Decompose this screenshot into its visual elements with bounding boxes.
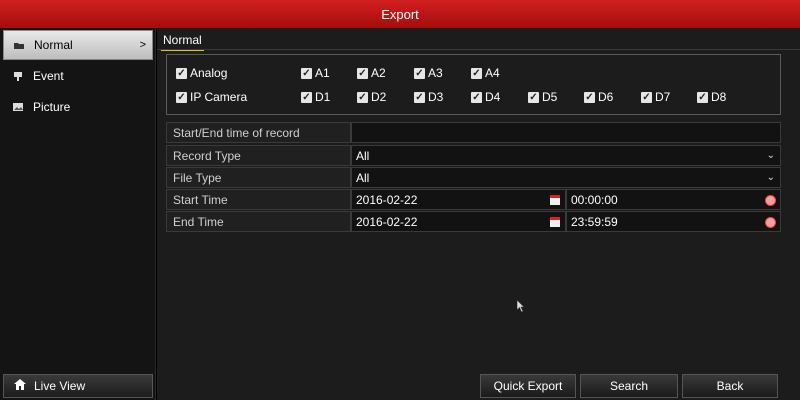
start-end-label: Start/End time of record <box>166 122 351 143</box>
start-date-value: 2016-02-22 <box>356 192 418 207</box>
end-time-row: End Time 2016-02-22 23:59:59 <box>166 211 781 232</box>
analog-label: Analog <box>190 66 228 80</box>
normal-icon <box>12 38 26 52</box>
checkbox-checked-icon: ✓ <box>414 67 425 79</box>
clock-icon[interactable] <box>765 217 776 228</box>
channel-d8-checkbox[interactable]: ✓ D8 <box>697 90 726 104</box>
clock-icon[interactable] <box>765 195 776 206</box>
sidebar-item-picture[interactable]: Picture <box>3 92 153 122</box>
file-type-select[interactable]: All ⌄ <box>351 167 781 188</box>
checkbox-checked-icon: ✓ <box>584 91 595 103</box>
checkbox-checked-icon: ✓ <box>528 91 539 103</box>
channel-a1-checkbox[interactable]: ✓ A1 <box>301 66 330 80</box>
channel-a3-checkbox[interactable]: ✓ A3 <box>414 66 443 80</box>
channel-label: D3 <box>428 90 444 104</box>
file-type-value: All <box>356 170 370 185</box>
tab-divider <box>157 49 800 50</box>
sidebar-item-label: Normal <box>34 38 73 52</box>
quick-export-button[interactable]: Quick Export <box>480 374 576 398</box>
sidebar-item-label: Picture <box>33 100 71 114</box>
ip-camera-checkbox[interactable]: ✓ IP Camera <box>176 90 247 104</box>
ip-camera-label: IP Camera <box>190 90 248 104</box>
channel-d1-checkbox[interactable]: ✓ D1 <box>301 90 330 104</box>
end-time-label: End Time <box>166 211 351 232</box>
analog-checkbox[interactable]: ✓ Analog <box>176 66 227 80</box>
chevron-down-icon: ⌄ <box>766 172 775 183</box>
record-type-select[interactable]: All ⌄ <box>351 145 781 166</box>
channel-d2-checkbox[interactable]: ✓ D2 <box>357 90 386 104</box>
start-end-row: Start/End time of record <box>166 122 781 143</box>
checkbox-checked-icon: ✓ <box>176 91 187 103</box>
record-type-row: Record Type All ⌄ <box>166 145 781 166</box>
main-panel: Normal ✓ Analog ✓ A1 ✓ A2 ✓ A3 ✓ A4 ✓ IP… <box>157 28 800 400</box>
sidebar-item-event[interactable]: Event <box>3 61 153 91</box>
start-time-label: Start Time <box>166 189 351 210</box>
channel-label: D1 <box>315 90 331 104</box>
checkbox-checked-icon: ✓ <box>301 67 312 79</box>
checkbox-checked-icon: ✓ <box>641 91 652 103</box>
checkbox-checked-icon: ✓ <box>357 91 368 103</box>
checkbox-checked-icon: ✓ <box>301 91 312 103</box>
channel-label: A2 <box>371 66 386 80</box>
checkbox-checked-icon: ✓ <box>697 91 708 103</box>
start-time-value: 00:00:00 <box>571 192 618 207</box>
channel-label: D6 <box>598 90 614 104</box>
calendar-icon[interactable] <box>550 217 560 227</box>
channel-label: D7 <box>655 90 671 104</box>
event-icon <box>11 69 25 83</box>
channel-d6-checkbox[interactable]: ✓ D6 <box>584 90 613 104</box>
channel-label: D5 <box>542 90 558 104</box>
end-date-value: 2016-02-22 <box>356 214 418 229</box>
channel-label: A1 <box>315 66 330 80</box>
checkbox-checked-icon: ✓ <box>471 67 482 79</box>
end-time-value: 23:59:59 <box>571 214 618 229</box>
channel-selection-box: ✓ Analog ✓ A1 ✓ A2 ✓ A3 ✓ A4 ✓ IP Camera… <box>166 54 781 115</box>
channel-label: D4 <box>485 90 501 104</box>
channel-d3-checkbox[interactable]: ✓ D3 <box>414 90 443 104</box>
end-time-field[interactable]: 23:59:59 <box>566 211 781 232</box>
record-type-value: All <box>356 148 370 163</box>
channel-d7-checkbox[interactable]: ✓ D7 <box>641 90 670 104</box>
channel-d5-checkbox[interactable]: ✓ D5 <box>528 90 557 104</box>
mouse-pointer-icon <box>516 299 525 315</box>
picture-icon <box>11 100 25 114</box>
sidebar-item-normal[interactable]: Normal > <box>3 30 153 60</box>
checkbox-checked-icon: ✓ <box>471 91 482 103</box>
window-titlebar: Export <box>0 0 800 28</box>
live-view-label: Live View <box>34 379 86 393</box>
channel-a2-checkbox[interactable]: ✓ A2 <box>357 66 386 80</box>
start-date-field[interactable]: 2016-02-22 <box>351 189 566 210</box>
live-view-button[interactable]: Live View <box>3 374 153 398</box>
sidebar: Normal > Event Picture Live View <box>0 28 156 400</box>
channel-d4-checkbox[interactable]: ✓ D4 <box>471 90 500 104</box>
chevron-right-icon: > <box>139 39 146 51</box>
start-time-row: Start Time 2016-02-22 00:00:00 <box>166 189 781 210</box>
home-icon <box>14 379 26 393</box>
calendar-icon[interactable] <box>550 195 560 205</box>
start-end-value <box>351 122 781 143</box>
channel-label: D8 <box>711 90 727 104</box>
search-button[interactable]: Search <box>580 374 678 398</box>
back-button[interactable]: Back <box>682 374 778 398</box>
channel-label: D2 <box>371 90 387 104</box>
checkbox-checked-icon: ✓ <box>414 91 425 103</box>
record-type-label: Record Type <box>166 145 351 166</box>
file-type-label: File Type <box>166 167 351 188</box>
file-type-row: File Type All ⌄ <box>166 167 781 188</box>
checkbox-checked-icon: ✓ <box>176 67 187 79</box>
end-date-field[interactable]: 2016-02-22 <box>351 211 566 232</box>
channel-label: A4 <box>485 66 500 80</box>
chevron-down-icon: ⌄ <box>766 150 775 161</box>
channel-a4-checkbox[interactable]: ✓ A4 <box>471 66 500 80</box>
checkbox-checked-icon: ✓ <box>357 67 368 79</box>
start-time-field[interactable]: 00:00:00 <box>566 189 781 210</box>
window-title: Export <box>381 6 419 22</box>
channel-label: A3 <box>428 66 443 80</box>
sidebar-item-label: Event <box>33 69 64 83</box>
